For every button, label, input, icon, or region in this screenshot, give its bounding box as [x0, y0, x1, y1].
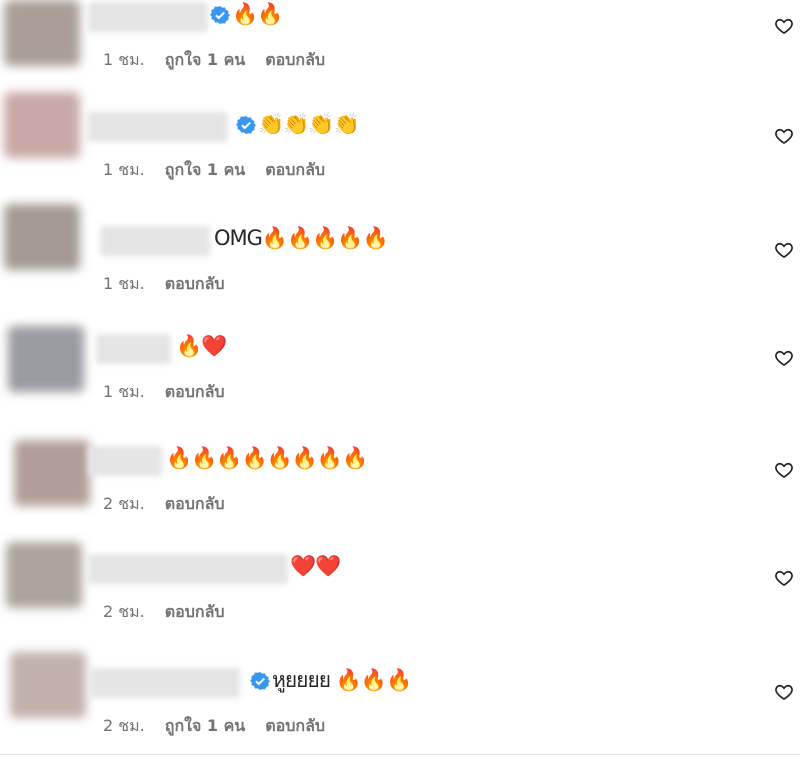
- like-heart-icon[interactable]: [774, 126, 796, 148]
- like-heart-icon[interactable]: [774, 240, 796, 262]
- avatar[interactable]: [6, 542, 82, 608]
- reply-button[interactable]: ตอบกลับ: [265, 48, 325, 73]
- comment-text: หูยยยย 🔥🔥🔥: [272, 668, 412, 692]
- reply-button[interactable]: ตอบกลับ: [165, 600, 225, 625]
- reply-button[interactable]: ตอบกลับ: [265, 158, 325, 183]
- comment-time[interactable]: 2 ชม.: [103, 714, 145, 739]
- comment-time[interactable]: 2 ชม.: [103, 492, 145, 517]
- comment-meta: 2 ชม. ตอบกลับ: [103, 492, 225, 517]
- comment-time[interactable]: 2 ชม.: [103, 600, 145, 625]
- likes-count[interactable]: ถูกใจ 1 คน: [165, 158, 245, 183]
- comment-meta: 1 ชม. ตอบกลับ: [103, 272, 225, 297]
- username-blurred[interactable]: [88, 446, 162, 476]
- reply-button[interactable]: ตอบกลับ: [165, 492, 225, 517]
- comment-line: 🔥🔥🔥🔥🔥🔥🔥🔥: [166, 446, 368, 470]
- avatar[interactable]: [10, 652, 86, 718]
- avatar[interactable]: [4, 204, 80, 270]
- comment-meta: 2 ชม. ถูกใจ 1 คน ตอบกลับ: [103, 714, 325, 739]
- username-blurred[interactable]: [100, 226, 210, 256]
- comment-meta: 1 ชม. ตอบกลับ: [103, 380, 225, 405]
- comment-item: ❤️❤️ 2 ชม. ตอบกลับ: [0, 540, 800, 650]
- comment-text: 🔥🔥🔥🔥🔥🔥🔥🔥: [166, 446, 368, 470]
- like-heart-icon[interactable]: [774, 682, 796, 704]
- like-heart-icon[interactable]: [774, 460, 796, 482]
- avatar[interactable]: [4, 92, 80, 158]
- comment-item: OMG🔥🔥🔥🔥🔥 1 ชม. ตอบกลับ: [0, 204, 800, 314]
- comment-time[interactable]: 1 ชม.: [103, 380, 145, 405]
- username-blurred[interactable]: [96, 334, 171, 364]
- avatar[interactable]: [8, 326, 84, 392]
- comment-line: หูยยยย 🔥🔥🔥: [250, 668, 412, 692]
- comment-text: 🔥❤️: [176, 334, 227, 358]
- comment-line: 🔥🔥: [210, 2, 283, 26]
- reply-button[interactable]: ตอบกลับ: [265, 714, 325, 739]
- username-blurred[interactable]: [88, 112, 228, 142]
- avatar[interactable]: [14, 440, 90, 506]
- username-blurred[interactable]: [90, 668, 240, 698]
- comment-time[interactable]: 1 ชม.: [103, 272, 145, 297]
- comment-line: 🔥❤️: [176, 334, 227, 358]
- avatar[interactable]: [4, 0, 80, 66]
- divider: [0, 754, 800, 755]
- comment-item: หูยยยย 🔥🔥🔥 2 ชม. ถูกใจ 1 คน ตอบกลับ: [0, 650, 800, 760]
- likes-count[interactable]: ถูกใจ 1 คน: [165, 48, 245, 73]
- like-heart-icon[interactable]: [774, 16, 796, 38]
- comment-time[interactable]: 1 ชม.: [103, 48, 145, 73]
- comment-item: 🔥❤️ 1 ชม. ตอบกลับ: [0, 320, 800, 430]
- like-heart-icon[interactable]: [774, 568, 796, 590]
- comment-item: 🔥🔥🔥🔥🔥🔥🔥🔥 2 ชม. ตอบกลับ: [0, 436, 800, 546]
- comment-line: OMG🔥🔥🔥🔥🔥: [214, 226, 389, 250]
- comment-time[interactable]: 1 ชม.: [103, 158, 145, 183]
- verified-badge-icon: [236, 115, 256, 135]
- likes-count[interactable]: ถูกใจ 1 คน: [165, 714, 245, 739]
- like-heart-icon[interactable]: [774, 348, 796, 370]
- comment-text: 👏👏👏👏: [258, 112, 360, 136]
- username-blurred[interactable]: [88, 554, 288, 584]
- comment-meta: 1 ชม. ถูกใจ 1 คน ตอบกลับ: [103, 48, 325, 73]
- reply-button[interactable]: ตอบกลับ: [165, 272, 225, 297]
- comment-text: ❤️❤️: [290, 554, 341, 578]
- comment-meta: 2 ชม. ตอบกลับ: [103, 600, 225, 625]
- reply-button[interactable]: ตอบกลับ: [165, 380, 225, 405]
- verified-badge-icon: [210, 5, 230, 25]
- comment-item: 👏👏👏👏 1 ชม. ถูกใจ 1 คน ตอบกลับ: [0, 92, 800, 202]
- comment-text: 🔥🔥: [232, 2, 283, 26]
- comment-meta: 1 ชม. ถูกใจ 1 คน ตอบกลับ: [103, 158, 325, 183]
- verified-badge-icon: [250, 671, 270, 691]
- username-blurred[interactable]: [88, 2, 208, 32]
- comment-line: ❤️❤️: [290, 554, 341, 578]
- comment-text: OMG🔥🔥🔥🔥🔥: [214, 226, 389, 250]
- comment-line: 👏👏👏👏: [236, 112, 360, 136]
